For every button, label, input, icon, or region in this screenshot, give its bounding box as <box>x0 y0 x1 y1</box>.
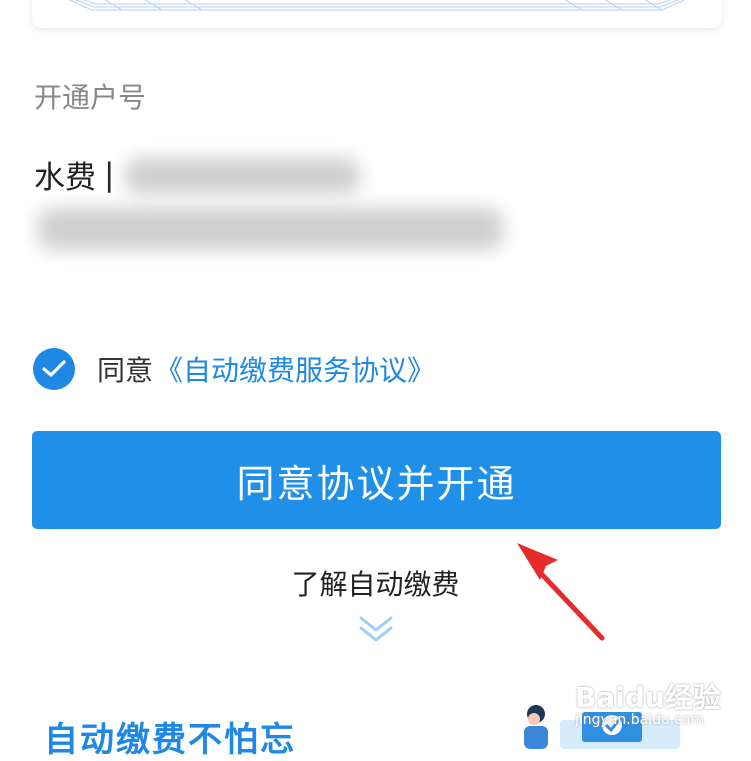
double-chevron-down-icon[interactable] <box>358 612 394 646</box>
agreement-row: 同意 《自动缴费服务协议》 <box>33 348 435 390</box>
redacted-address <box>38 208 503 250</box>
account-line: 水费 | <box>34 152 114 197</box>
account-type: 水费 <box>34 160 96 196</box>
account-separator: | <box>104 156 115 193</box>
red-pointer-arrow <box>517 543 605 641</box>
agree-and-activate-button[interactable]: 同意协议并开通 <box>32 431 721 529</box>
agreement-prefix: 同意 <box>97 354 154 387</box>
baidu-jingyan-watermark: Baidu经验 jingyan.baidu.com <box>575 676 751 746</box>
learn-more-link[interactable]: 了解自动缴费 <box>0 563 751 603</box>
section-label: 开通户号 <box>34 81 147 114</box>
watermark-url: jingyan.baidu.com <box>575 712 705 728</box>
promo-title: 自动缴费不怕忘 <box>44 720 296 760</box>
check-icon <box>42 360 66 377</box>
agreement-link[interactable]: 《自动缴费服务协议》 <box>155 349 435 389</box>
redacted-account-number <box>125 158 360 194</box>
agreement-checkbox[interactable] <box>33 348 75 390</box>
watermark-brand: Baidu经验 <box>575 681 721 714</box>
account-card-bottom <box>32 0 722 28</box>
